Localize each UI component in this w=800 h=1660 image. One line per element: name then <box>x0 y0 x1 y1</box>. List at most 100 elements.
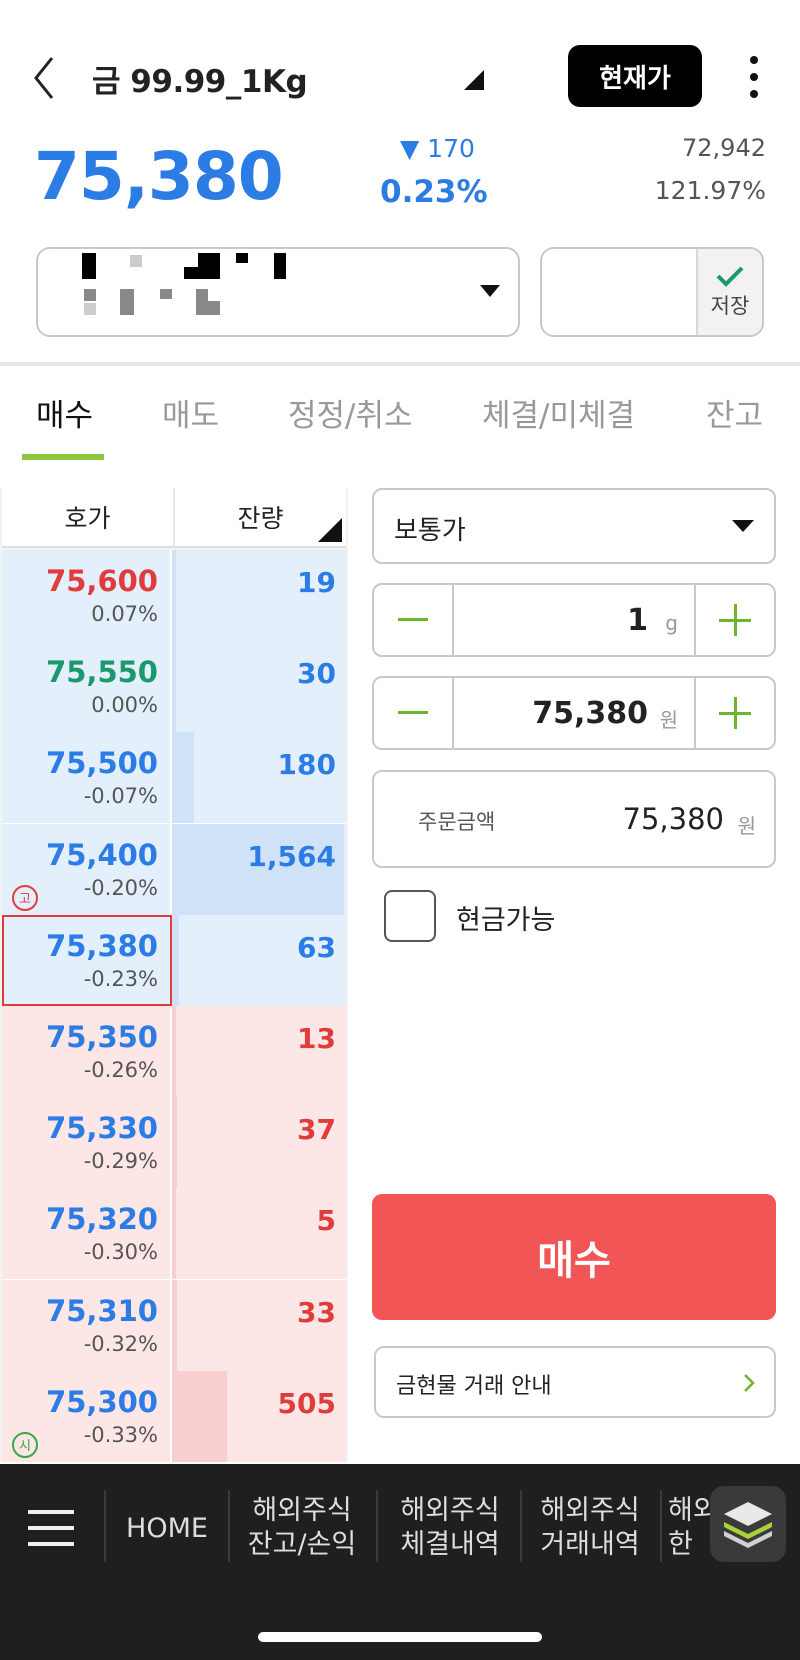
check-icon <box>716 266 744 287</box>
orderbook-percent: 0.07% <box>91 602 158 626</box>
nav-overseas-balance[interactable]: 해외주식 잔고/손익 <box>234 1494 370 1562</box>
orderbook-row[interactable]: 75,600 0.07% 19 <box>2 550 346 642</box>
orderbook-quantity-cell[interactable]: 63 <box>172 914 346 1006</box>
orderbook-quantity-cell[interactable]: 37 <box>172 1097 346 1189</box>
orderbook-row[interactable]: 75,330 -0.29% 37 <box>2 1097 346 1190</box>
account-dropdown-icon[interactable] <box>480 284 500 298</box>
orderbook-row[interactable]: 75,400 -0.20% 고 1,564 <box>2 823 346 916</box>
price-plus-button[interactable] <box>696 678 774 748</box>
orderbook-quantity-cell[interactable]: 1,564 <box>172 823 346 915</box>
header-quantity-label: 잔량 <box>237 504 284 533</box>
price-change: ▼ 170 <box>400 134 475 163</box>
guide-label: 금현물 거래 안내 <box>396 1374 552 1399</box>
layers-icon <box>724 1502 772 1548</box>
orderbook-price: 75,330 <box>46 1111 158 1146</box>
current-price: 75,380 <box>34 138 284 215</box>
orderbook-price-cell[interactable]: 75,350 -0.26% <box>2 1006 172 1097</box>
orderbook-quantity-cell[interactable]: 13 <box>172 1006 346 1097</box>
nav-divider <box>660 1490 662 1562</box>
orderbook-row[interactable]: 75,380 -0.23% 63 <box>2 914 346 1007</box>
orderbook-row[interactable]: 75,550 0.00% 30 <box>2 641 346 734</box>
save-button[interactable]: 저장 <box>696 249 762 335</box>
orderbook-quantity: 180 <box>277 748 336 782</box>
home-indicator[interactable] <box>258 1632 542 1642</box>
chevron-right-icon <box>744 1374 755 1392</box>
masked-account-pixel <box>184 267 198 279</box>
nav-divider <box>228 1490 230 1562</box>
orderbook: 호가 잔량 75,600 0.07% 19 75,550 0.00% 30 75,500 -0… <box>0 488 348 1463</box>
orderbook-quantity-cell[interactable]: 5 <box>172 1188 346 1280</box>
order-type-value: 보통가 <box>394 516 466 546</box>
header-price: 호가 <box>2 488 175 546</box>
orderbook-price: 75,320 <box>46 1202 158 1237</box>
gold-trading-guide-link[interactable]: 금현물 거래 안내 <box>374 1346 776 1418</box>
product-title[interactable]: 금 99.99_1Kg <box>92 56 308 101</box>
orderbook-price-cell[interactable]: 75,550 0.00% <box>2 641 172 733</box>
minus-icon <box>398 711 428 714</box>
back-arrow-icon[interactable] <box>28 50 68 106</box>
nav-overseas-executions[interactable]: 해외주식 체결내역 <box>382 1494 518 1562</box>
orderbook-row[interactable]: 75,320 -0.30% 5 <box>2 1188 346 1281</box>
layers-floating-button[interactable] <box>710 1486 786 1562</box>
nav-label-line2: 체결내역 <box>400 1529 500 1560</box>
orderbook-quantity-cell[interactable]: 19 <box>172 550 346 641</box>
orderbook-percent: -0.26% <box>83 1058 158 1082</box>
section-divider <box>0 362 800 366</box>
cash-available-checkbox[interactable] <box>384 890 436 942</box>
orderbook-quantity: 37 <box>297 1113 336 1147</box>
orderbook-quantity: 5 <box>316 1204 336 1238</box>
orderbook-row[interactable]: 75,500 -0.07% 180 <box>2 732 346 825</box>
orderbook-price-cell[interactable]: 75,310 -0.32% <box>2 1279 172 1371</box>
header-quantity[interactable]: 잔량 <box>175 488 346 546</box>
orderbook-quantity-cell[interactable]: 180 <box>172 732 346 824</box>
tab-sell[interactable]: 매도 <box>162 390 219 435</box>
price-stepper: 75,380 원 <box>372 676 776 750</box>
masked-account-pixel <box>236 253 248 263</box>
account-selector[interactable] <box>36 247 520 337</box>
nav-label-line1: 해외주식 <box>252 1495 352 1526</box>
tab-executions[interactable]: 체결/미체결 <box>482 390 635 435</box>
orderbook-quantity: 13 <box>297 1022 336 1055</box>
order-type-select[interactable]: 보통가 <box>372 488 776 564</box>
quantity-bar <box>172 1188 176 1280</box>
orderbook-quantity-cell[interactable]: 30 <box>172 641 346 733</box>
orderbook-price: 75,310 <box>46 1293 158 1328</box>
orderbook-price-cell[interactable]: 75,320 -0.30% <box>2 1188 172 1280</box>
plus-icon <box>719 697 751 729</box>
price-minus-button[interactable] <box>374 678 452 748</box>
active-tab-indicator <box>22 454 104 460</box>
orderbook-percent: -0.23% <box>83 966 158 991</box>
quantity-bar <box>172 1006 176 1097</box>
orderbook-price-cell[interactable]: 75,500 -0.07% <box>2 732 172 824</box>
current-price-button[interactable]: 현재가 <box>568 45 702 107</box>
orderbook-price-cell[interactable]: 75,400 -0.20% 고 <box>2 823 172 915</box>
price-field[interactable]: 75,380 원 <box>452 678 696 748</box>
orderbook-price-cell[interactable]: 75,600 0.07% <box>2 550 172 641</box>
orderbook-price-cell[interactable]: 75,330 -0.29% <box>2 1097 172 1189</box>
hamburger-menu-icon[interactable] <box>28 1508 74 1548</box>
quantity-minus-button[interactable] <box>374 585 452 655</box>
orderbook-row[interactable]: 75,350 -0.26% 13 <box>2 1006 346 1098</box>
tab-modify-cancel[interactable]: 정정/취소 <box>288 390 413 435</box>
orderbook-quantity-cell[interactable]: 33 <box>172 1279 346 1371</box>
dropdown-triangle-icon[interactable] <box>464 70 484 90</box>
orderbook-price-cell[interactable]: 75,300 -0.33% 시 <box>2 1370 172 1462</box>
quantity-plus-button[interactable] <box>696 585 774 655</box>
orderbook-row[interactable]: 75,300 -0.33% 시 505 <box>2 1370 346 1463</box>
chevron-down-icon <box>732 520 754 532</box>
orderbook-row[interactable]: 75,310 -0.32% 33 <box>2 1279 346 1372</box>
buy-button[interactable]: 매수 <box>372 1194 776 1320</box>
more-options-icon[interactable] <box>742 54 766 100</box>
orderbook-quantity: 505 <box>277 1386 336 1420</box>
orderbook-price-cell[interactable]: 75,380 -0.23% <box>2 914 172 1006</box>
orderbook-quantity: 33 <box>297 1295 336 1329</box>
tab-balance[interactable]: 잔고 <box>706 390 763 435</box>
cash-available-label[interactable]: 현금가능 <box>456 898 555 937</box>
masked-account-pixel <box>160 289 172 299</box>
tab-buy[interactable]: 매수 <box>36 390 93 435</box>
quantity-field[interactable]: 1 g <box>452 585 696 655</box>
orderbook-percent: -0.33% <box>83 1422 158 1447</box>
nav-overseas-history[interactable]: 해외주식 거래내역 <box>526 1494 654 1562</box>
nav-home[interactable]: HOME <box>112 1512 222 1546</box>
orderbook-quantity-cell[interactable]: 505 <box>172 1370 346 1462</box>
